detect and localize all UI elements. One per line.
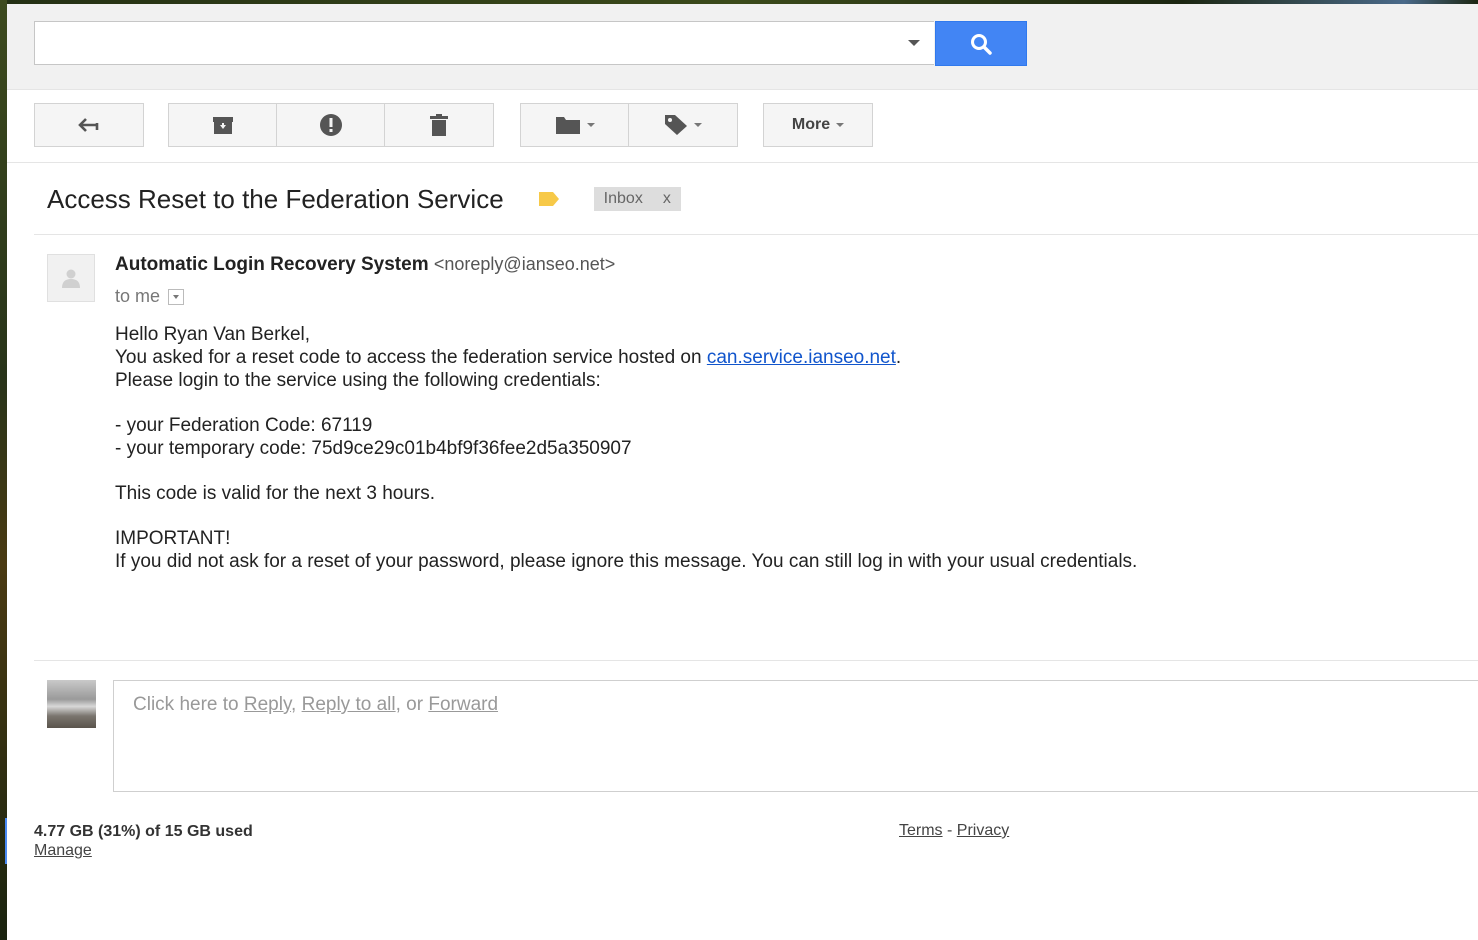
sender-email: <noreply@ianseo.net> <box>433 254 616 274</box>
recipient-line: to me <box>115 286 185 307</box>
recipient-label: to me <box>115 286 161 306</box>
mail-app: More Access Reset to the Federation Serv… <box>7 4 1478 940</box>
important-text: If you did not ask for a reset of your p… <box>115 551 1138 572</box>
search-bar <box>7 4 1478 90</box>
chevron-down-icon <box>836 123 845 127</box>
search-options-dropdown-icon[interactable] <box>908 40 920 46</box>
reply-separator: , <box>291 694 302 715</box>
footer-separator: - <box>942 822 957 839</box>
message-toolbar: More <box>7 90 1478 163</box>
chevron-down-icon <box>694 123 702 127</box>
header-divider <box>34 234 1478 235</box>
sender-line: Automatic Login Recovery System <noreply… <box>115 254 615 276</box>
footer-links: Terms - Privacy <box>899 822 1009 840</box>
back-to-inbox-button[interactable] <box>34 103 144 147</box>
temporary-code: - your temporary code: 75d9ce29c01b4bf9f… <box>115 438 632 459</box>
inbox-label-text: Inbox <box>603 190 643 207</box>
trash-icon <box>430 114 448 136</box>
important-heading: IMPORTANT! <box>115 528 231 549</box>
labels-button[interactable] <box>628 103 738 147</box>
archive-icon <box>212 117 233 134</box>
reply-box[interactable]: Click here to Reply, Reply to all, or Fo… <box>113 680 1478 792</box>
subject-row: Access Reset to the Federation Service I… <box>47 179 681 219</box>
delete-button[interactable] <box>384 103 494 147</box>
search-icon <box>971 33 992 55</box>
inbox-label-chip: Inbox x <box>593 187 681 211</box>
federation-code: - your Federation Code: 67119 <box>115 415 373 436</box>
sender-name[interactable]: Automatic Login Recovery System <box>115 254 429 275</box>
desktop-background-left <box>0 0 7 940</box>
report-spam-button[interactable] <box>276 103 385 147</box>
report-spam-icon <box>319 114 342 136</box>
important-marker-icon[interactable] <box>538 191 560 207</box>
sender-avatar <box>47 254 95 302</box>
body-line-1-suffix: . <box>895 347 902 368</box>
manage-storage-link[interactable]: Manage <box>34 842 92 859</box>
default-person-icon <box>62 269 80 288</box>
reply-prompt: Click here to Reply, Reply to all, or Fo… <box>133 694 498 716</box>
reply-separator: , or <box>395 694 429 715</box>
email-subject: Access Reset to the Federation Service <box>47 183 504 214</box>
reply-all-link[interactable]: Reply to all <box>302 694 396 715</box>
search-input[interactable] <box>43 22 897 64</box>
body-line-2: Please login to the service using the fo… <box>115 370 601 391</box>
remove-label-button[interactable]: x <box>663 190 671 208</box>
search-input-container[interactable] <box>34 21 934 65</box>
more-button-label: More <box>791 116 831 133</box>
reply-prompt-prefix: Click here to <box>133 694 244 715</box>
chevron-down-icon <box>173 294 180 299</box>
more-button[interactable]: More <box>763 103 873 147</box>
reply-link[interactable]: Reply <box>244 694 291 715</box>
service-link[interactable]: can.service.ianseo.net <box>707 347 896 368</box>
validity-note: This code is valid for the next 3 hours. <box>115 483 435 504</box>
user-avatar <box>47 680 96 728</box>
back-arrow-icon <box>78 118 99 132</box>
body-line-1: You asked for a reset code to access the… <box>115 346 1137 369</box>
forward-link[interactable]: Forward <box>428 694 498 715</box>
terms-link[interactable]: Terms <box>899 822 943 839</box>
search-button[interactable] <box>935 21 1027 66</box>
storage-used-text: 4.77 GB (31%) of 15 GB used <box>34 823 253 840</box>
body-greeting: Hello Ryan Van Berkel, <box>115 324 311 345</box>
body-line-1-text: You asked for a reset code to access the… <box>115 347 707 368</box>
folder-icon <box>555 117 580 134</box>
email-body: Hello Ryan Van Berkel, You asked for a r… <box>115 323 1137 573</box>
label-tag-icon <box>665 115 687 135</box>
move-to-button[interactable] <box>520 103 629 147</box>
reply-divider <box>34 660 1478 661</box>
archive-button[interactable] <box>168 103 277 147</box>
show-details-dropdown[interactable] <box>168 288 185 305</box>
storage-usage: 4.77 GB (31%) of 15 GB used Manage <box>34 822 253 860</box>
privacy-link[interactable]: Privacy <box>957 822 1009 839</box>
chevron-down-icon <box>586 123 595 127</box>
